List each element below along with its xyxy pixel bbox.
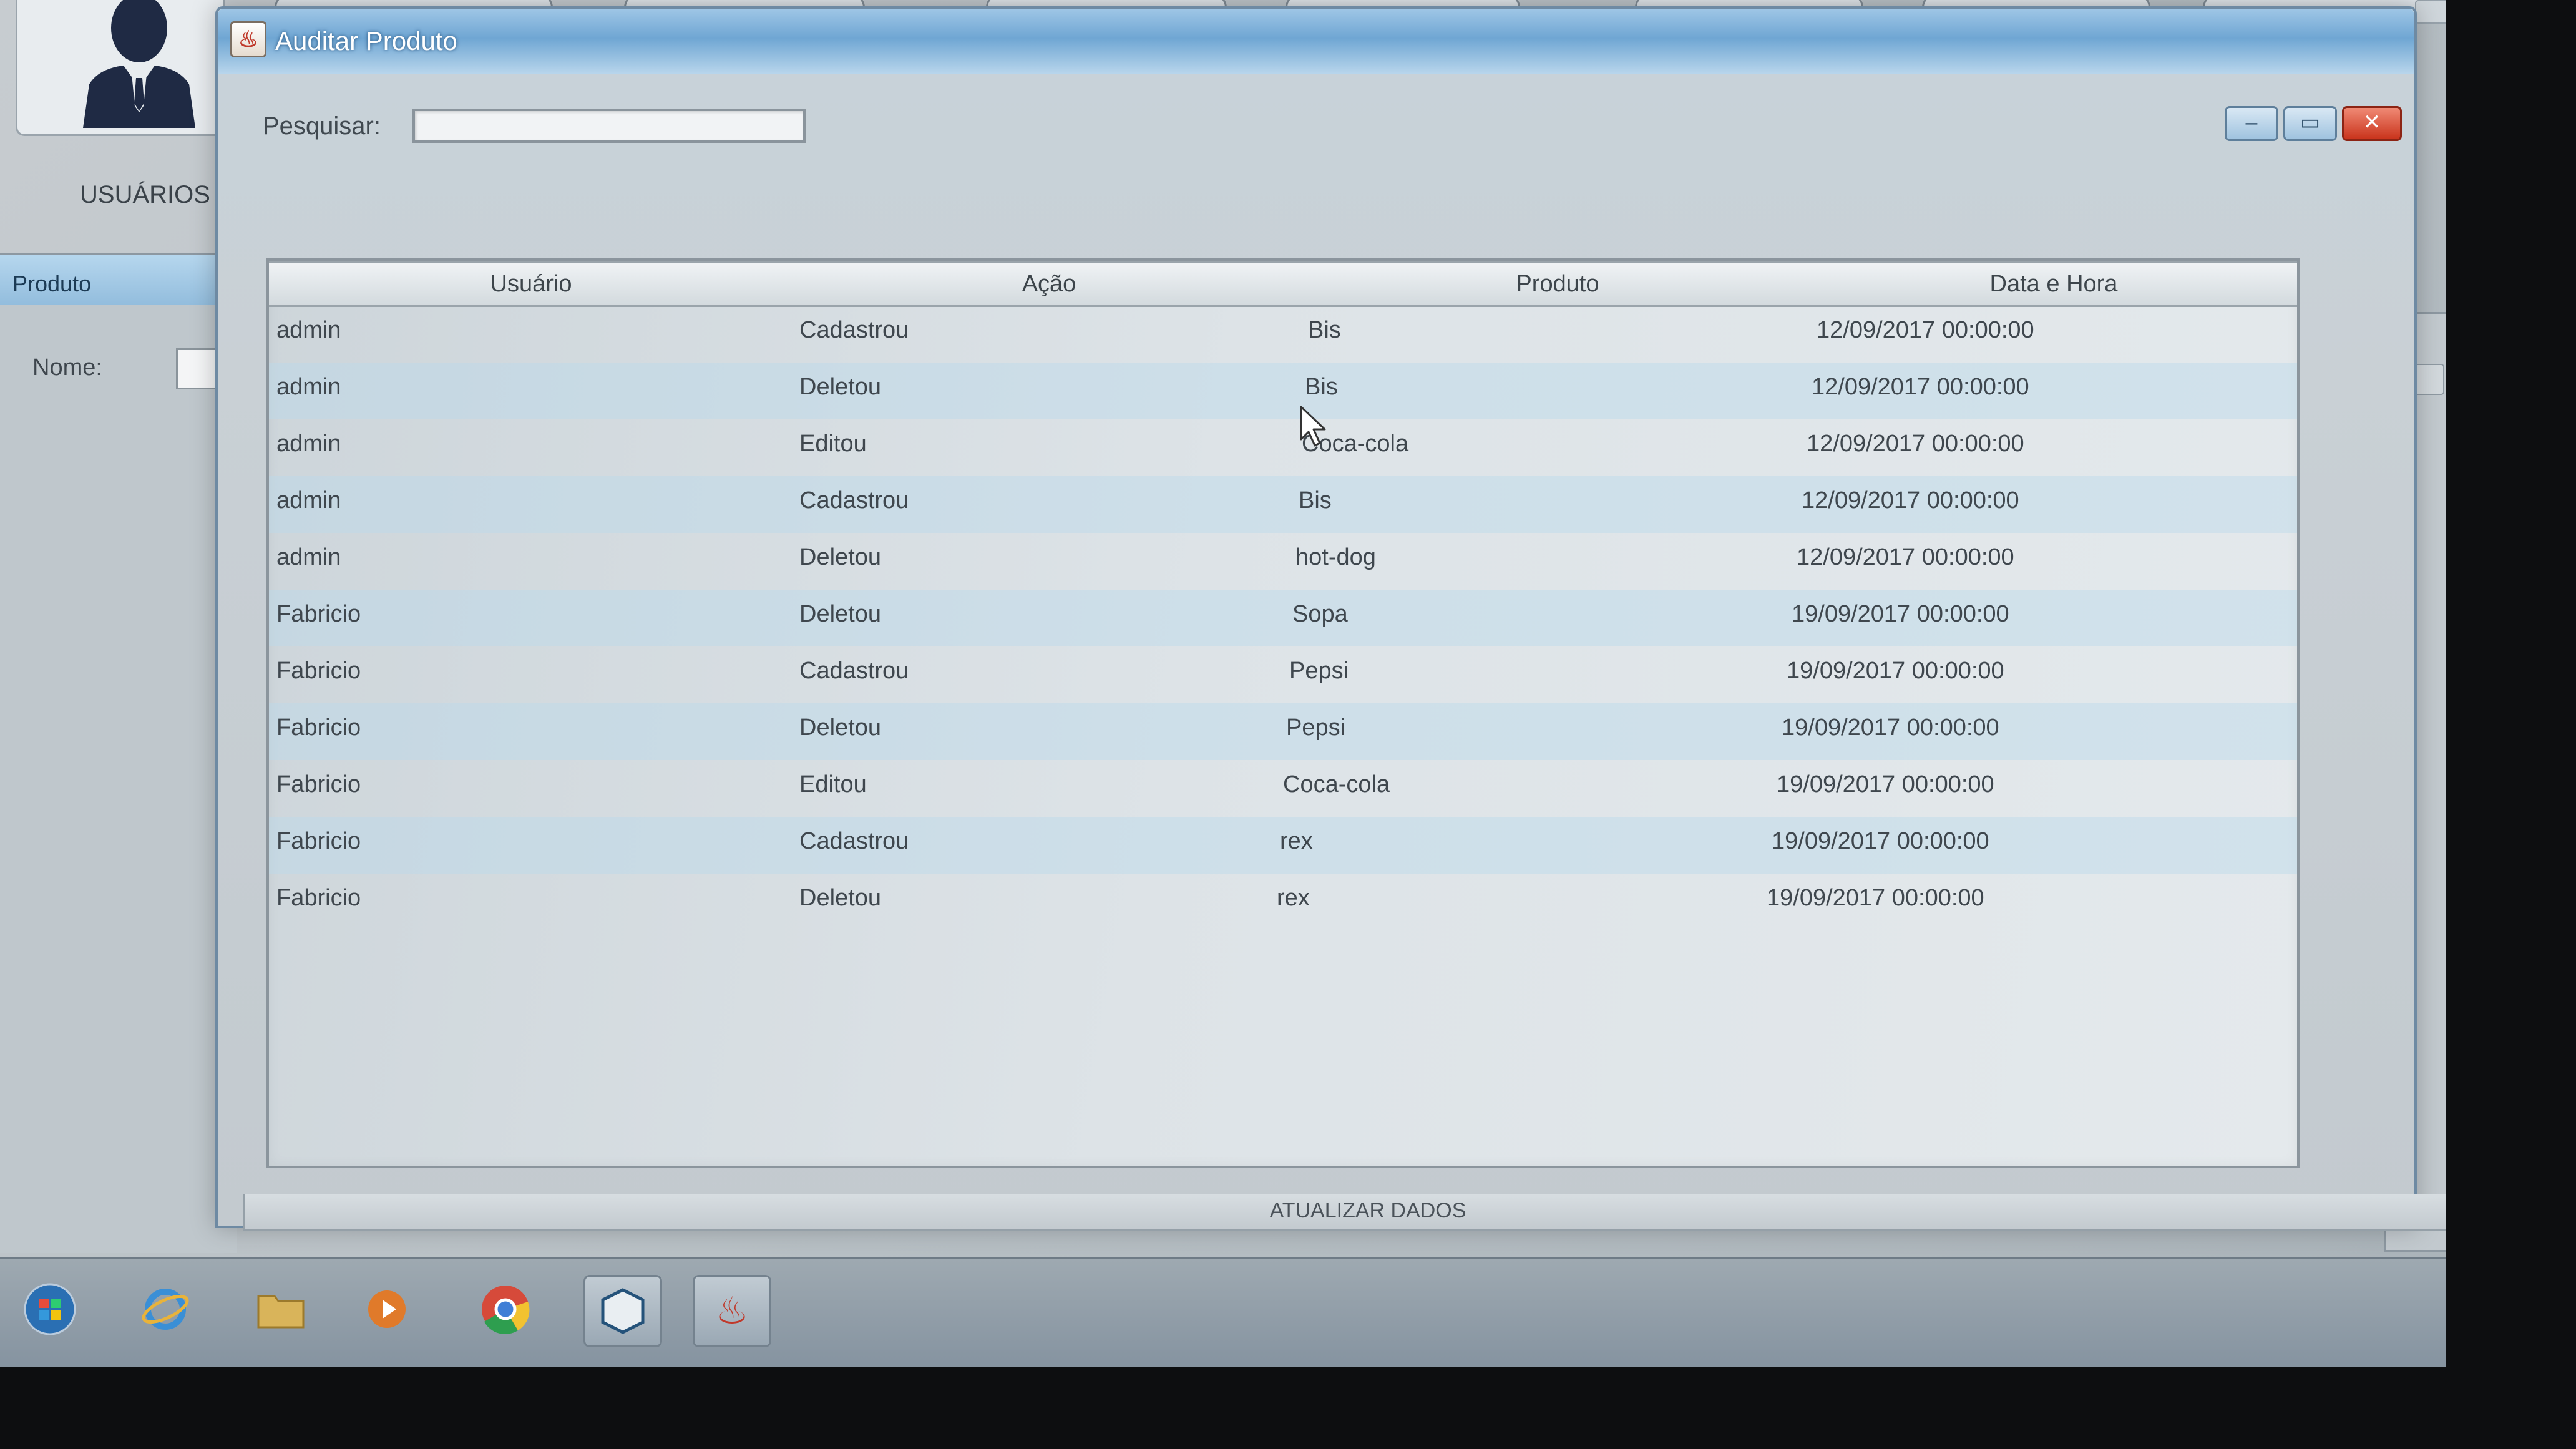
table-row[interactable]: admin Cadastrou Bis 12/09/2017 00:00:00 — [269, 476, 2297, 533]
table-row[interactable]: Fabricio Editou Coca-cola 19/09/2017 00:00:… — [269, 760, 2297, 817]
cell-acao: Deletou — [799, 374, 881, 400]
cell-acao: Deletou — [799, 715, 881, 741]
cell-data-hora: 19/09/2017 00:00:00 — [1787, 658, 2004, 684]
column-header-produto[interactable]: Produto — [1305, 261, 1812, 307]
maximize-icon[interactable]: ▭ — [2283, 106, 2337, 141]
dialog-title-bar[interactable]: ♨ Auditar Produto — [218, 9, 2414, 74]
desktop-screen: USUÁRIOS Produto Nome: ♨ Auditar Produto… — [0, 0, 2446, 1367]
start-orb-icon[interactable] — [12, 1275, 87, 1344]
table-row[interactable]: admin Deletou hot-dog 12/09/2017 00:00:00 — [269, 533, 2297, 590]
audit-table: Usuário Ação Produto Data e Hora admin Ca… — [266, 258, 2300, 1168]
produto-frame-title-bar[interactable]: Produto — [0, 255, 237, 305]
java-app-icon: ♨ — [230, 21, 266, 57]
cell-data-hora: 12/09/2017 00:00:00 — [1807, 431, 2024, 457]
cell-acao: Editou — [799, 771, 867, 798]
cell-usuario: Fabricio — [276, 885, 361, 911]
cell-usuario: admin — [276, 374, 341, 400]
folder-icon[interactable] — [243, 1275, 318, 1344]
cell-produto: rex — [1280, 828, 1313, 854]
cell-data-hora: 12/09/2017 00:00:00 — [1802, 487, 2019, 514]
cell-produto: Pepsi — [1289, 658, 1349, 684]
produto-internal-frame: Produto Nome: — [0, 253, 248, 1253]
cell-acao: Cadastrou — [799, 317, 909, 343]
table-header: Usuário Ação Produto Data e Hora — [269, 261, 2297, 307]
cell-produto: Sopa — [1292, 601, 1348, 627]
column-header-usuario[interactable]: Usuário — [269, 261, 795, 307]
cell-acao: Cadastrou — [799, 487, 909, 514]
cell-usuario: Fabricio — [276, 828, 361, 854]
window-controls: – ▭ ✕ — [2220, 106, 2402, 141]
table-row[interactable]: Fabricio Deletou Sopa 19/09/2017 00:00:00 — [269, 590, 2297, 646]
cell-usuario: Fabricio — [276, 771, 361, 798]
cell-acao: Deletou — [799, 601, 881, 627]
cell-acao: Cadastrou — [799, 658, 909, 684]
background-minimize-button[interactable] — [2415, 0, 2446, 24]
virtualbox-icon[interactable] — [583, 1275, 662, 1347]
cell-data-hora: 12/09/2017 00:00:00 — [1797, 544, 2014, 570]
cell-data-hora: 19/09/2017 00:00:00 — [1782, 715, 1999, 741]
table-row[interactable]: admin Cadastrou Bis 12/09/2017 00:00:00 — [269, 306, 2297, 363]
user-avatar-icon — [83, 0, 195, 128]
cell-data-hora: 19/09/2017 00:00:00 — [1777, 771, 1994, 798]
table-row[interactable]: Fabricio Deletou Pepsi 19/09/2017 00:00:00 — [269, 703, 2297, 760]
search-label: Pesquisar: — [263, 112, 381, 140]
internet-explorer-icon[interactable] — [128, 1275, 203, 1344]
cell-data-hora: 19/09/2017 00:00:00 — [1767, 885, 1984, 911]
mouse-cursor-icon — [1300, 406, 1326, 447]
cell-usuario: Fabricio — [276, 715, 361, 741]
atualizar-dados-button[interactable]: ATUALIZAR DADOS — [243, 1194, 2446, 1231]
table-row[interactable]: admin Deletou Bis 12/09/2017 00:00:00 — [269, 363, 2297, 419]
nome-label: Nome: — [32, 354, 102, 381]
cell-usuario: admin — [276, 317, 341, 343]
cell-data-hora: 19/09/2017 00:00:00 — [1792, 601, 2009, 627]
close-icon[interactable]: ✕ — [2342, 106, 2402, 141]
dialog-title: Auditar Produto — [275, 26, 457, 56]
user-avatar-panel — [16, 0, 225, 136]
cell-acao: Deletou — [799, 885, 881, 911]
cell-usuario: Fabricio — [276, 601, 361, 627]
column-header-acao[interactable]: Ação — [793, 261, 1307, 307]
java-app-icon[interactable]: ♨ — [693, 1275, 771, 1347]
cell-acao: Cadastrou — [799, 828, 909, 854]
media-player-icon[interactable] — [349, 1275, 424, 1344]
chrome-icon[interactable] — [468, 1275, 543, 1344]
table-row[interactable]: admin Editou Coca-cola 12/09/2017 00:00:00 — [269, 419, 2297, 476]
cell-produto: Bis — [1305, 374, 1338, 400]
cell-produto: Pepsi — [1286, 715, 1346, 741]
search-input[interactable] — [412, 109, 806, 143]
cell-usuario: admin — [276, 431, 341, 457]
table-row[interactable]: Fabricio Cadastrou rex 19/09/2017 00:00:00 — [269, 817, 2297, 874]
cell-produto: Bis — [1299, 487, 1332, 514]
cell-usuario: admin — [276, 544, 341, 570]
cell-usuario: admin — [276, 487, 341, 514]
cell-produto: Coca-cola — [1283, 771, 1390, 798]
produto-frame-title: Produto — [12, 271, 92, 296]
cell-acao: Editou — [799, 431, 867, 457]
cell-data-hora: 12/09/2017 00:00:00 — [1817, 317, 2034, 343]
cell-data-hora: 19/09/2017 00:00:00 — [1772, 828, 1989, 854]
table-row[interactable]: Fabricio Cadastrou Pepsi 19/09/2017 00:00:0… — [269, 646, 2297, 703]
cell-usuario: Fabricio — [276, 658, 361, 684]
cell-acao: Deletou — [799, 544, 881, 570]
usuarios-menu-label[interactable]: USUÁRIOS — [80, 181, 210, 209]
cell-data-hora: 12/09/2017 00:00:00 — [1812, 374, 2029, 400]
column-header-data-hora[interactable]: Data e Hora — [1810, 261, 2297, 307]
auditar-produto-dialog: ♨ Auditar Produto – ▭ ✕ Pesquisar: Usuário… — [215, 6, 2446, 1231]
cell-produto: rex — [1277, 885, 1310, 911]
taskbar: ♨ — [0, 1257, 2446, 1367]
cell-produto: hot-dog — [1295, 544, 1376, 570]
table-row[interactable]: Fabricio Deletou rex 19/09/2017 00:00:00 — [269, 874, 2297, 930]
cell-produto: Bis — [1308, 317, 1341, 343]
minimize-icon[interactable]: – — [2225, 106, 2278, 141]
